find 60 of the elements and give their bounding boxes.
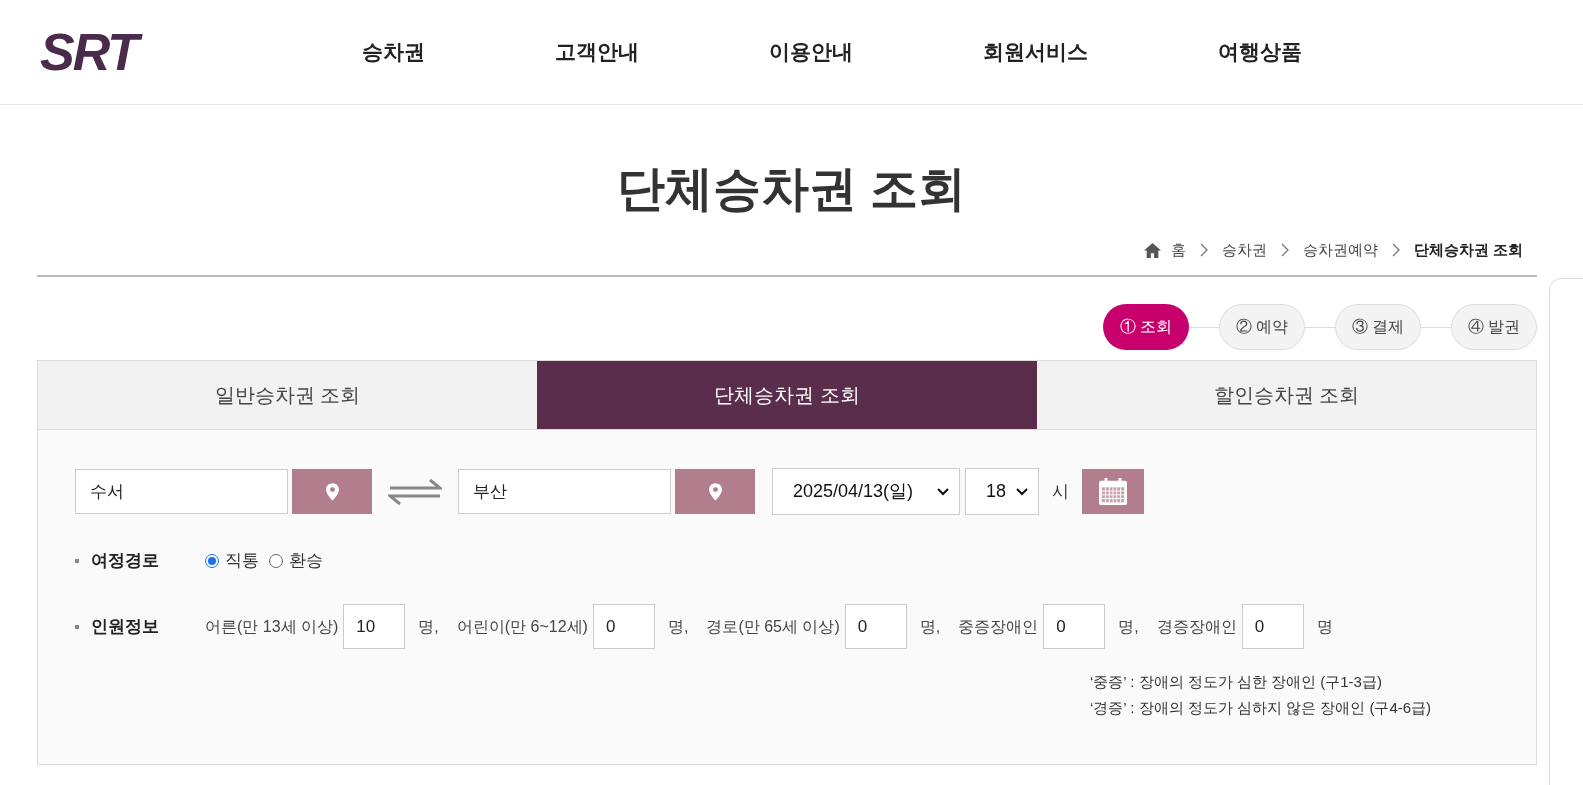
unit-label: 명, xyxy=(418,616,439,637)
chevron-icon xyxy=(1280,243,1289,257)
passenger-label: 어른(만 13세 이상) xyxy=(205,616,339,637)
passenger-label: 어린이(만 6~12세) xyxy=(456,616,588,637)
passenger-count-field[interactable]: 0 xyxy=(1043,604,1106,649)
passenger-label: 중증장애인 xyxy=(958,616,1039,637)
chevron-icon xyxy=(1199,243,1208,257)
nav-link[interactable]: 승차권 xyxy=(362,36,425,68)
note-text: ‘중증’ : 장애의 정도가 심한 장애인 (구1-3급) xyxy=(1090,672,1382,692)
unit-label: 명, xyxy=(919,616,941,637)
breadcrumb-link[interactable]: 홈 xyxy=(1170,238,1186,262)
step-indicator: ① 조회 xyxy=(1103,304,1189,350)
field-label: 여정경로 xyxy=(91,550,159,573)
location-button[interactable] xyxy=(675,469,755,514)
departure-field[interactable]: 수서 xyxy=(75,469,288,514)
radio-button[interactable] xyxy=(269,554,283,568)
location-button[interactable] xyxy=(292,469,372,514)
location-pin-icon xyxy=(708,482,722,501)
tab[interactable]: 할인승차권 조회 xyxy=(1036,361,1536,429)
step-indicator: ④ 발권 xyxy=(1451,304,1537,350)
dropdown-caret-icon xyxy=(1016,487,1028,496)
passenger-count-field[interactable]: 0 xyxy=(1241,604,1304,649)
unit-label: 명, xyxy=(1118,616,1139,637)
bullet xyxy=(75,624,79,629)
radio-option[interactable]: 직통 xyxy=(205,548,259,574)
step-indicator: ② 예약 xyxy=(1219,304,1305,350)
passenger-label: 경증장애인 xyxy=(1156,616,1237,637)
unit-label: 명 xyxy=(1316,616,1333,637)
breadcrumb-current: 단체승차권 조회 xyxy=(1413,239,1523,260)
radio-button[interactable] xyxy=(205,554,219,568)
tab[interactable]: 일반승차권 조회 xyxy=(38,361,538,429)
nav-link[interactable]: 회원서비스 xyxy=(983,36,1088,68)
page-title: 단체승차권 조회 xyxy=(615,161,968,217)
swap-button[interactable] xyxy=(388,476,442,507)
calendar-button[interactable] xyxy=(1082,469,1144,514)
chevron-icon xyxy=(1391,243,1400,257)
passenger-count-field[interactable]: 0 xyxy=(592,604,655,649)
unit-label: 명, xyxy=(667,616,689,637)
nav-link[interactable]: 여행상품 xyxy=(1218,36,1302,68)
location-pin-icon xyxy=(325,482,339,501)
hour-select[interactable]: 18 xyxy=(965,468,1039,515)
radio-option[interactable]: 환승 xyxy=(269,548,323,574)
passenger-count-field[interactable]: 0 xyxy=(844,604,907,649)
tab[interactable]: 단체승차권 조회 xyxy=(537,361,1037,429)
nav-link[interactable]: 고객안내 xyxy=(555,36,639,68)
calendar-icon xyxy=(1098,477,1128,506)
field-label: 인원정보 xyxy=(91,615,159,638)
arrival-field[interactable]: 부산 xyxy=(458,469,671,514)
date-select[interactable]: 2025/04/13(일) xyxy=(772,468,960,515)
nav-link[interactable]: 이용안내 xyxy=(769,36,853,68)
hour-unit: 시 xyxy=(1052,480,1069,503)
step-indicator: ③ 결제 xyxy=(1335,304,1421,350)
home-icon xyxy=(1143,242,1161,258)
dropdown-caret-icon xyxy=(937,487,949,496)
breadcrumb-link[interactable]: 승차권예약 xyxy=(1302,238,1378,262)
passenger-count-field[interactable]: 10 xyxy=(343,604,406,649)
bullet xyxy=(75,559,79,563)
passenger-label: 경로(만 65세 이상) xyxy=(706,616,840,637)
breadcrumb-link[interactable]: 승차권 xyxy=(1221,238,1267,262)
note-text: ‘경증’ : 장애의 정도가 심하지 않은 장애인 (구4-6급) xyxy=(1090,698,1432,718)
